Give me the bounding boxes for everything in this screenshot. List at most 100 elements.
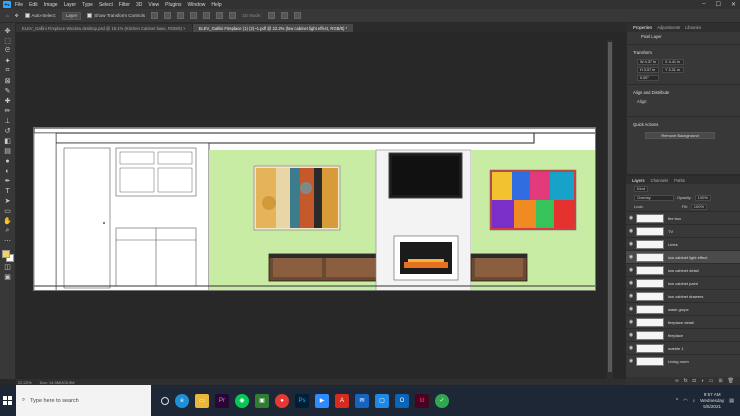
fill-field[interactable]: 100% — [690, 203, 708, 210]
layer-row[interactable]: ◉ wash grupe — [626, 302, 740, 315]
marquee-tool-icon[interactable]: ⬚ — [3, 36, 13, 46]
layer-row[interactable]: ◉ TV — [626, 224, 740, 237]
taskbar-search[interactable]: ⌕ Type here to search — [16, 385, 151, 416]
visibility-eye-icon[interactable]: ◉ — [626, 358, 636, 364]
vertical-scrollbar[interactable] — [607, 40, 613, 380]
link-layers-icon[interactable]: ∞ — [675, 378, 679, 384]
visibility-eye-icon[interactable]: ◉ — [626, 332, 636, 338]
app-green-icon[interactable]: ▣ — [255, 393, 269, 408]
blur-tool-icon[interactable]: ● — [3, 156, 13, 166]
chrome-icon[interactable]: ● — [275, 393, 289, 408]
color-swatches[interactable] — [1, 250, 14, 262]
foreground-color[interactable] — [1, 250, 10, 258]
layer-row[interactable]: ◉ low cabinet light effect — [626, 250, 740, 263]
visibility-eye-icon[interactable]: ◉ — [626, 241, 636, 247]
layer-row[interactable]: ◉ low cabinet drawers — [626, 289, 740, 302]
line-icon[interactable]: ◉ — [235, 393, 249, 408]
visibility-eye-icon[interactable]: ◉ — [626, 280, 636, 286]
angle-field[interactable]: 0.00° — [637, 75, 659, 81]
magic-wand-icon[interactable]: ✦ — [3, 56, 13, 66]
menu-type[interactable]: Type — [82, 2, 93, 8]
transform-controls-checkbox[interactable] — [87, 13, 93, 18]
move-tool-icon[interactable]: ✥ — [15, 12, 19, 20]
visibility-eye-icon[interactable]: ◉ — [626, 345, 636, 351]
crop-tool-icon[interactable]: ⌗ — [3, 66, 13, 76]
zoom-app-icon[interactable]: ▶ — [315, 393, 329, 408]
layer-row[interactable]: ◉ low cabinet paint — [626, 276, 740, 289]
quick-actions-heading[interactable]: Quick Actions — [627, 120, 740, 129]
lasso-tool-icon[interactable]: ᘓ — [3, 46, 13, 56]
clock[interactable]: 9:57 AM Wednesday 5/5/2021 — [700, 392, 724, 410]
tab-channels[interactable]: Channels — [651, 178, 669, 183]
home-icon[interactable]: ⌂ — [6, 12, 9, 20]
hand-tool-icon[interactable]: ✋ — [3, 216, 13, 226]
tab-paths[interactable]: Paths — [674, 178, 685, 183]
rectangle-tool-icon[interactable]: ▭ — [3, 206, 13, 216]
type-tool-icon[interactable]: T — [3, 186, 13, 196]
delete-layer-icon[interactable]: 🗑 — [728, 378, 734, 384]
tab-fireplace-doc[interactable]: ELEV_Gallini Fireplace (1) (2)~1.pdf @ 2… — [192, 24, 354, 32]
menu-plugins[interactable]: Plugins — [165, 2, 181, 8]
zoom-tool-icon[interactable]: ⌕ — [3, 226, 13, 236]
roll-3d-icon[interactable] — [280, 12, 288, 19]
visibility-eye-icon[interactable]: ◉ — [626, 228, 636, 234]
menu-3d[interactable]: 3D — [136, 2, 142, 8]
tab-adjustments[interactable]: Adjustments — [657, 25, 680, 30]
layer-row[interactable]: ◉ fireplace — [626, 328, 740, 341]
align-top-icon[interactable] — [190, 12, 198, 19]
eraser-icon[interactable]: ◧ — [3, 136, 13, 146]
new-layer-icon[interactable]: ⊞ — [718, 378, 722, 384]
greenshot-icon[interactable]: ✓ — [435, 393, 449, 408]
menu-window[interactable]: Window — [188, 2, 206, 8]
menu-filter[interactable]: Filter — [119, 2, 130, 8]
visibility-eye-icon[interactable]: ◉ — [626, 293, 636, 299]
volume-icon[interactable]: ♪ — [693, 398, 696, 404]
auto-select-checkbox[interactable] — [24, 13, 30, 18]
orbit-3d-icon[interactable] — [267, 12, 275, 19]
eyedropper-icon[interactable]: ✎ — [3, 86, 13, 96]
visibility-eye-icon[interactable]: ◉ — [626, 254, 636, 260]
start-button[interactable] — [0, 385, 16, 416]
gradient-icon[interactable]: ▤ — [3, 146, 13, 156]
menu-view[interactable]: View — [148, 2, 159, 8]
indesign-icon[interactable]: Id — [415, 393, 429, 408]
fx-icon[interactable]: fx — [684, 378, 688, 384]
minimize-button[interactable]: – — [702, 1, 705, 8]
more-tools-icon[interactable]: ⋯ — [3, 236, 13, 246]
visibility-eye-icon[interactable]: ◉ — [626, 215, 636, 221]
distribute-icon[interactable] — [229, 12, 237, 19]
visibility-eye-icon[interactable]: ◉ — [626, 319, 636, 325]
remove-background-button[interactable]: Remove Background — [645, 132, 715, 139]
group-icon[interactable]: ▭ — [709, 378, 714, 384]
auto-select-dropdown[interactable]: Layer — [62, 11, 82, 20]
history-brush-icon[interactable]: ↺ — [3, 126, 13, 136]
tab-kitchen-doc[interactable]: ELEV_Gallini Fireplace Window desktop.ps… — [16, 24, 192, 32]
pen-tool-icon[interactable]: ✒ — [3, 176, 13, 186]
tab-layers[interactable]: Layers — [632, 178, 645, 183]
task-view-icon[interactable] — [161, 396, 169, 405]
photoshop-taskbar-icon[interactable]: Ps — [295, 393, 309, 408]
quick-mask-icon[interactable]: ◫ — [3, 262, 13, 272]
width-field[interactable]: W 4.37 in — [637, 59, 659, 65]
file-explorer-icon[interactable]: ▭ — [195, 393, 209, 408]
align-heading[interactable]: Align and Distribute — [627, 88, 740, 97]
screen-mode-icon[interactable]: ▣ — [3, 272, 13, 282]
notification-icon[interactable]: ▤ — [729, 398, 734, 404]
frame-tool-icon[interactable]: ⊠ — [3, 76, 13, 86]
drag-3d-icon[interactable] — [293, 12, 301, 19]
acrobat-icon[interactable]: A — [335, 393, 349, 408]
layer-row[interactable]: ◉ fireplace detail — [626, 315, 740, 328]
brush-tool-icon[interactable]: ✏ — [3, 106, 13, 116]
dodge-tool-icon[interactable]: ◐ — [3, 166, 13, 176]
align-bottom-icon[interactable] — [216, 12, 224, 19]
mail-icon[interactable]: ✉ — [355, 393, 369, 408]
layer-row[interactable]: ◉ Lines — [626, 237, 740, 250]
mask-icon[interactable]: ◘ — [693, 378, 696, 384]
layer-filter-dropdown[interactable]: Kind — [634, 185, 649, 192]
premiere-icon[interactable]: Pr — [215, 393, 229, 408]
close-button[interactable]: ✕ — [731, 1, 736, 8]
network-icon[interactable]: ◠ — [683, 398, 687, 404]
layer-row[interactable]: ◉ Living room — [626, 354, 740, 367]
transform-heading[interactable]: Transform — [627, 48, 740, 57]
layer-row[interactable]: ◉ low cabinet detail — [626, 263, 740, 276]
